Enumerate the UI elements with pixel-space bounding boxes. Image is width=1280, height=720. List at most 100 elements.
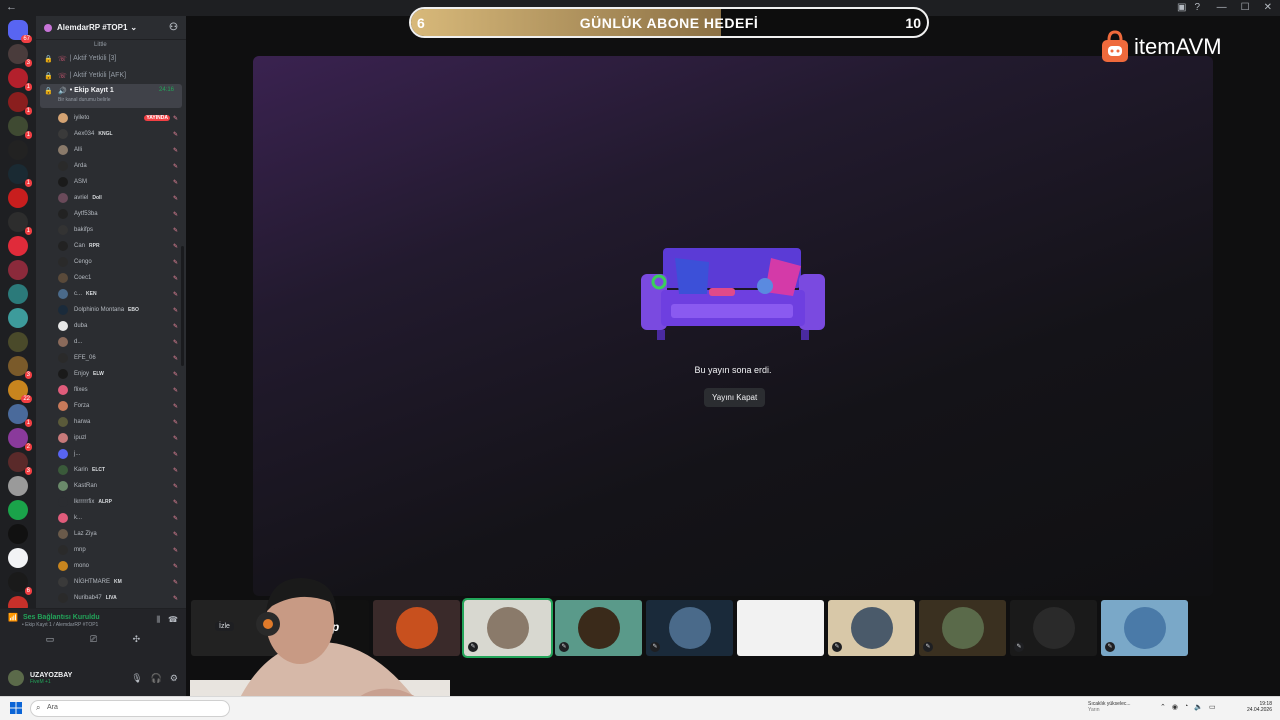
server-icon[interactable]: 1	[8, 92, 32, 115]
voice-member[interactable]: Alli ✎	[36, 142, 186, 158]
voice-member[interactable]: mnp ✎	[36, 542, 186, 558]
participant-tile[interactable]: ✎	[828, 600, 915, 656]
voice-member[interactable]: Aytf53ba ✎	[36, 206, 186, 222]
volume-icon[interactable]: 🔈	[1194, 703, 1203, 711]
server-icon[interactable]: 1	[8, 164, 32, 187]
voice-member[interactable]: avriel Doll ✎	[36, 190, 186, 206]
participant-tile[interactable]: ✎	[462, 598, 553, 658]
server-icon[interactable]	[8, 524, 28, 544]
server-icon[interactable]	[8, 140, 28, 160]
voice-member[interactable]: flixes ✎	[36, 382, 186, 398]
voice-member[interactable]: EFE_06 ✎	[36, 350, 186, 366]
server-icon[interactable]	[8, 332, 28, 352]
taskbar-search[interactable]: ⌕ Ara	[30, 700, 230, 717]
server-icon[interactable]	[8, 548, 28, 568]
activities-icon[interactable]: ✣	[133, 634, 141, 645]
participant-tile[interactable]: ✎	[1101, 600, 1188, 656]
help-icon[interactable]: ?	[1194, 2, 1200, 13]
chevron-up-icon[interactable]: ⌃	[1160, 703, 1166, 711]
voice-member[interactable]: Karin ELCT ✎	[36, 462, 186, 478]
weather-widget[interactable]: Sıcaklık yükselec... Yarın	[1088, 701, 1131, 713]
channel-item-ekip-kayit[interactable]: 🔒 🔊 • Ekip Kayıt 1 24:16 Bir kanal durum…	[40, 84, 182, 108]
headphones-icon[interactable]: 🎧	[151, 673, 162, 684]
sidebar-scrollbar[interactable]	[181, 246, 184, 366]
voice-member[interactable]: lkrrrrrfix ALRP ✎	[36, 494, 186, 510]
settings-gear-icon[interactable]: ⚙	[170, 673, 178, 684]
voice-member[interactable]: mono ✎	[36, 558, 186, 574]
inbox-icon[interactable]: ▣	[1177, 2, 1186, 13]
server-icon[interactable]: 2	[8, 428, 32, 451]
guild-header[interactable]: AlemdarRP #TOP1 ⌄ ⚇	[36, 16, 186, 40]
voice-member[interactable]: ASM ✎	[36, 174, 186, 190]
voice-member[interactable]: Enjoy ELW ✎	[36, 366, 186, 382]
channel-item-aktif-yetkili-afk[interactable]: 🔒 ☏ | Aktif Yetkili [AFK]	[36, 67, 186, 84]
participant-tile[interactable]: ✎	[1010, 600, 1097, 656]
server-icon[interactable]: 1	[8, 212, 32, 235]
close-stream-button[interactable]: Yayını Kapat	[704, 388, 766, 407]
server-icon[interactable]: 1	[8, 68, 32, 91]
voice-member[interactable]: Aex034 KNGL ✎	[36, 126, 186, 142]
taskbar-clock[interactable]: 19:18 24.04.2026	[1240, 701, 1272, 713]
server-icon[interactable]: 1	[8, 404, 32, 427]
voice-member[interactable]: iyileto YAYINDA ✎	[36, 110, 186, 126]
back-arrow-icon[interactable]: ←	[6, 1, 17, 13]
server-icon[interactable]: 3	[8, 44, 32, 67]
network-icon[interactable]: ◉	[1172, 703, 1178, 711]
noise-suppression-icon[interactable]: ⫼	[156, 615, 160, 625]
voice-member[interactable]: Forza ✎	[36, 398, 186, 414]
voice-member[interactable]: KastRan ✎	[36, 478, 186, 494]
mic-icon[interactable]: 🎙	[131, 673, 142, 684]
voice-member[interactable]: Coec1 ✎	[36, 270, 186, 286]
server-icon[interactable]: 6	[8, 572, 32, 595]
minimize-button[interactable]: —	[1217, 2, 1227, 13]
voice-member[interactable]: d... ✎	[36, 334, 186, 350]
username[interactable]: UZAYOZBAY	[30, 672, 72, 679]
voice-member[interactable]: duba ✎	[36, 318, 186, 334]
participant-tile[interactable]: ✎	[919, 600, 1006, 656]
close-window-button[interactable]: ✕	[1264, 2, 1272, 13]
voice-status[interactable]: Ses Bağlantısı Kuruldu	[23, 614, 100, 621]
server-icon[interactable]: 3	[8, 452, 32, 475]
server-icon[interactable]	[8, 476, 28, 496]
voice-member[interactable]: bakifps ✎	[36, 222, 186, 238]
participant-tile[interactable]	[737, 600, 824, 656]
voice-member[interactable]: Cengo ✎	[36, 254, 186, 270]
windows-start-icon[interactable]	[10, 702, 22, 714]
add-member-icon[interactable]: ⚇	[169, 22, 178, 33]
voice-channel-path[interactable]: • Ekip Kayıt 1 / AlemdarRP #TOP1	[8, 622, 178, 628]
battery-icon[interactable]: ▭	[1209, 703, 1216, 711]
server-icon[interactable]: 67	[8, 20, 32, 43]
server-icon[interactable]	[8, 308, 28, 328]
server-icon[interactable]	[8, 188, 28, 208]
participant-tile[interactable]: ✎	[646, 600, 733, 656]
avatar[interactable]	[8, 670, 24, 686]
channel-status[interactable]: Bir kanal durumu belirle	[44, 97, 174, 103]
screen-share-icon[interactable]: ⎚	[90, 634, 97, 645]
server-icon[interactable]: 1	[8, 116, 32, 139]
live-badge[interactable]: YAYINDA	[144, 115, 170, 121]
voice-member[interactable]: Dolphinio Montana EBO ✎	[36, 302, 186, 318]
voice-member[interactable]: k... ✎	[36, 510, 186, 526]
channel-item-partial[interactable]: Little	[36, 40, 186, 50]
voice-member[interactable]: harwa ✎	[36, 414, 186, 430]
voice-member[interactable]: Laz Ziya ✎	[36, 526, 186, 542]
server-icon[interactable]: 22	[8, 380, 32, 403]
voice-member[interactable]: j... ✎	[36, 446, 186, 462]
voice-member[interactable]: c... KEN ✎	[36, 286, 186, 302]
wifi-icon[interactable]: ◔	[1184, 703, 1188, 711]
maximize-button[interactable]: ☐	[1241, 2, 1250, 13]
voice-member[interactable]: Can RPR ✎	[36, 238, 186, 254]
voice-member[interactable]: ipuzl ✎	[36, 430, 186, 446]
voice-member[interactable]: NİGHTMARE KM ✎	[36, 574, 186, 590]
channel-item-aktif-yetkili[interactable]: 🔒 ☏ | Aktif Yetkili [3]	[36, 50, 186, 67]
server-icon[interactable]	[8, 284, 28, 304]
server-icon[interactable]: 3	[8, 356, 32, 379]
server-icon[interactable]	[8, 236, 28, 256]
participant-tile[interactable]: ✎	[555, 600, 642, 656]
server-icon[interactable]	[8, 260, 28, 280]
voice-member[interactable]: Arda ✎	[36, 158, 186, 174]
voice-member[interactable]: Nuribab47 LIVA ✎	[36, 590, 186, 606]
disconnect-icon[interactable]: ☎	[168, 615, 178, 625]
server-icon[interactable]	[8, 500, 28, 520]
camera-icon[interactable]: ▭	[46, 634, 55, 645]
